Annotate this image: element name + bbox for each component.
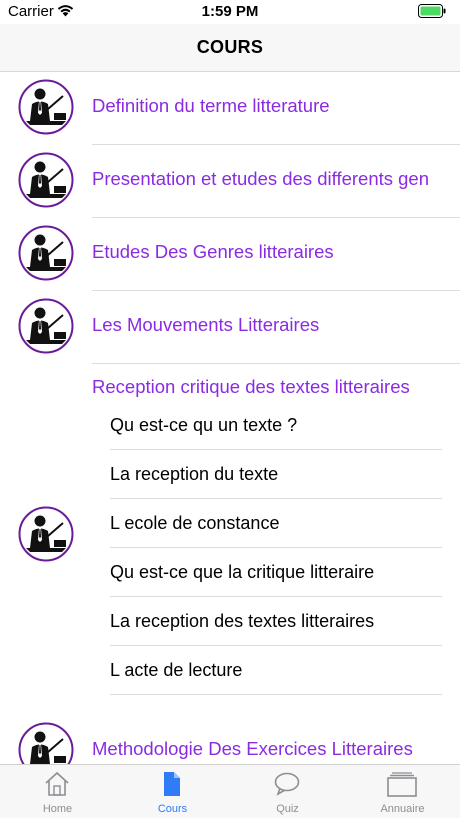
lesson-item[interactable]: L ecole de constance <box>110 499 442 548</box>
tab-label: Annuaire <box>380 803 425 815</box>
tab-bar: Home Cours Quiz Annuaire <box>0 764 460 818</box>
lesson-label: La reception du texte <box>110 464 279 484</box>
navigation-bar: COURS <box>0 24 460 72</box>
course-title: Presentation et etudes des differents ge… <box>92 168 430 189</box>
lesson-label: La reception des textes litteraires <box>110 611 375 631</box>
tab-home[interactable]: Home <box>0 765 115 818</box>
tab-quiz[interactable]: Quiz <box>230 765 345 818</box>
course-title: Definition du terme litterature <box>92 95 330 116</box>
document-icon <box>164 772 180 796</box>
tab-cours[interactable]: Cours <box>115 765 230 818</box>
lesson-item[interactable]: L acte de lecture <box>110 646 442 695</box>
tab-label: Quiz <box>276 803 299 815</box>
course-list[interactable]: Definition du terme litterature Presenta… <box>0 72 460 764</box>
group-title[interactable]: Reception critique des textes litteraire… <box>92 376 410 398</box>
stack-icon <box>387 772 417 797</box>
battery-icon <box>418 4 446 23</box>
tab-annuaire[interactable]: Annuaire <box>345 765 460 818</box>
teacher-avatar-icon <box>18 722 74 764</box>
course-row[interactable]: Definition du terme litterature <box>0 72 460 145</box>
lesson-item[interactable]: Qu est-ce qu un texte ? <box>110 401 442 450</box>
course-title: Etudes Des Genres litteraires <box>92 241 334 262</box>
lesson-item[interactable]: La reception du texte <box>110 450 442 499</box>
status-bar: Carrier 1:59 PM <box>0 0 460 24</box>
course-title: Les Mouvements Litteraires <box>92 314 320 335</box>
clock: 1:59 PM <box>201 3 259 20</box>
row-divider <box>92 363 460 364</box>
course-title: Methodologie Des Exercices Litteraires <box>92 738 413 759</box>
teacher-avatar-icon <box>18 298 74 354</box>
lesson-item[interactable]: La reception des textes litteraires <box>110 597 442 646</box>
course-row[interactable]: Methodologie Des Exercices Litteraires <box>0 715 460 764</box>
page-title: COURS <box>196 37 264 57</box>
tab-label: Cours <box>157 803 188 815</box>
home-icon <box>45 771 69 796</box>
lesson-item[interactable]: Qu est-ce que la critique litteraire <box>110 548 442 597</box>
lesson-label: L acte de lecture <box>110 660 243 680</box>
course-row[interactable]: Les Mouvements Litteraires <box>0 291 460 364</box>
lesson-label: L ecole de constance <box>110 513 280 533</box>
row-divider <box>110 694 442 695</box>
course-row[interactable]: Etudes Des Genres litteraires <box>0 218 460 291</box>
teacher-avatar-icon <box>18 225 74 281</box>
teacher-avatar-icon <box>18 506 74 562</box>
teacher-avatar-icon <box>18 79 74 135</box>
course-row[interactable]: Presentation et etudes des differents ge… <box>0 145 460 218</box>
lesson-label: Qu est-ce qu un texte ? <box>110 415 298 435</box>
chat-bubble-icon <box>274 772 300 796</box>
lesson-label: Qu est-ce que la critique litteraire <box>110 562 375 582</box>
teacher-avatar-icon <box>18 152 74 208</box>
tab-label: Home <box>42 803 73 815</box>
